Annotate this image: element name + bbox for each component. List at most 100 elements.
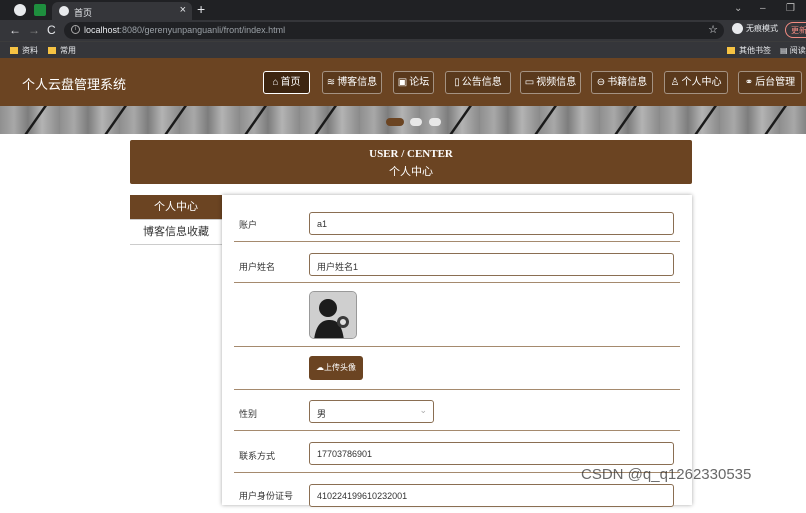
printer-icon: ⊖ [596,77,606,88]
account-label: 账户 [239,220,258,230]
bookmark-label: 其他书签 [739,46,771,55]
nav-label: 公告信息 [461,77,502,88]
form-row-gender: 性别 男 ⌄ [234,390,680,431]
carousel-dot[interactable] [428,118,441,126]
nav-label: 后台管理 [755,77,796,88]
side-menu: 个人中心 博客信息收藏 [130,195,222,245]
globe-icon [59,6,69,16]
url-input[interactable]: i localhost:8080/gerenyunpanguanli/front… [64,22,724,39]
close-icon[interactable]: × [180,4,186,16]
nav-label: 论坛 [409,77,430,88]
banner-plank [605,106,638,134]
side-item-blog-favorites[interactable]: 博客信息收藏 [130,220,222,245]
nav-label: 个人中心 [681,77,722,88]
forum-icon: ▣ [397,77,408,88]
reload-icon[interactable]: C [47,23,56,37]
nav-home[interactable]: ⌂ 首页 [263,71,310,94]
browser-tab-bar: 首页 × + ⌄ – ❐ [0,0,806,20]
user-center-title-cn: 个人中心 [389,166,433,178]
nav-admin[interactable]: ⚭ 后台管理 [738,71,802,94]
sheets-icon[interactable] [34,4,46,16]
nav-label: 视频信息 [536,77,577,88]
account-input[interactable]: a1 [309,212,674,235]
info-icon[interactable]: i [71,25,80,34]
watermark: CSDN @q_q1262330535 [581,466,752,483]
bookmark-folder-0[interactable]: 资料 [10,45,38,56]
banner-plank [95,106,128,134]
phone-input[interactable]: 17703786901 [309,442,674,465]
folder-icon [48,47,56,55]
reading-list[interactable]: ▤ 阅读 [780,45,806,56]
folder-icon [727,47,735,55]
home-icon: ⌂ [272,77,279,88]
nav-label: 书籍信息 [607,77,648,88]
incognito-indicator[interactable]: 无痕模式 [732,23,778,35]
user-icon: ♙ [670,77,680,88]
form-row-upload: ☁上传头像 [234,347,680,390]
carousel-dot-active[interactable] [386,118,404,126]
idcard-input[interactable]: 410224199610232001 [309,484,674,507]
restore-icon[interactable]: ❐ [786,3,795,14]
star-icon[interactable]: ☆ [708,23,718,36]
banner-carousel [0,106,806,134]
bookmark-folder-1[interactable]: 常用 [48,45,76,56]
nav-notice[interactable]: ▯ 公告信息 [445,71,511,94]
phone-label: 联系方式 [239,451,276,461]
banner-plank [15,106,48,134]
bookmark-label: 常用 [60,46,76,55]
forward-icon[interactable]: → [28,23,40,37]
name-input[interactable]: 用户姓名1 [309,253,674,276]
new-tab-button[interactable]: + [197,1,205,17]
avatar-image [310,292,356,338]
update-button[interactable]: 更新 [785,22,806,38]
banner-plank [685,106,718,134]
nav-forum[interactable]: ▣ 论坛 [393,71,434,94]
gender-select[interactable]: 男 ⌄ [309,400,434,423]
nav-label: 博客信息 [337,77,378,88]
nav-books[interactable]: ⊖ 书籍信息 [591,71,653,94]
back-icon[interactable]: ← [9,23,21,37]
carousel-dot[interactable] [410,118,423,126]
bookmark-label: 资料 [22,46,38,55]
folder-icon [10,47,18,55]
reading-list-icon: ▤ [780,46,790,55]
tab-title: 首页 [74,8,93,18]
bookmarks-bar: 资料 常用 其他书签 ▤ 阅读 [0,41,806,58]
banner-plank [440,106,473,134]
user-center-header: USER / CENTER 个人中心 [130,140,692,184]
form-row-name: 用户姓名 用户姓名1 [234,242,680,283]
nav-user-center[interactable]: ♙ 个人中心 [664,71,728,94]
side-item-user-center[interactable]: 个人中心 [130,195,222,220]
minimize-icon[interactable]: – [760,3,766,14]
chrome-icon[interactable] [14,4,26,16]
avatar [309,291,357,339]
site-title: 个人云盘管理系统 [22,77,127,92]
banner-plank [155,106,188,134]
book-icon: ▯ [454,77,460,88]
other-bookmarks[interactable]: 其他书签 [727,45,771,56]
upload-label: 上传头像 [324,363,356,372]
address-bar: ← → C i localhost:8080/gerenyunpanguanli… [0,20,806,41]
banner-plank [235,106,268,134]
browser-tab-active[interactable]: 首页 × [52,2,192,20]
nav-video[interactable]: ▭ 视频信息 [520,71,581,94]
url-host: localhost [84,25,120,35]
nav-label: 首页 [280,77,301,88]
carousel-dots [386,115,444,126]
banner-plank [305,106,338,134]
incognito-icon [732,23,743,35]
form-row-account: 账户 a1 [234,201,680,242]
cloud-upload-icon: ☁ [316,363,324,372]
stack-icon: ≋ [326,77,336,88]
chevron-down-icon[interactable]: ⌄ [734,3,742,14]
form-row-avatar [234,283,680,347]
site-header: 个人云盘管理系统 ⌂ 首页 ≋ 博客信息 ▣ 论坛 ▯ 公告信息 ▭ 视频信息 ⊖ 书籍信息… [0,58,806,106]
user-center-title-en: USER / CENTER [369,148,453,160]
banner-plank [755,106,788,134]
upload-avatar-button[interactable]: ☁上传头像 [309,356,363,380]
link-icon: ⚭ [744,77,754,88]
gender-label: 性别 [239,409,258,419]
nav-blog[interactable]: ≋ 博客信息 [322,71,382,94]
chevron-down-icon: ⌄ [419,405,427,415]
video-icon: ▭ [524,77,535,88]
